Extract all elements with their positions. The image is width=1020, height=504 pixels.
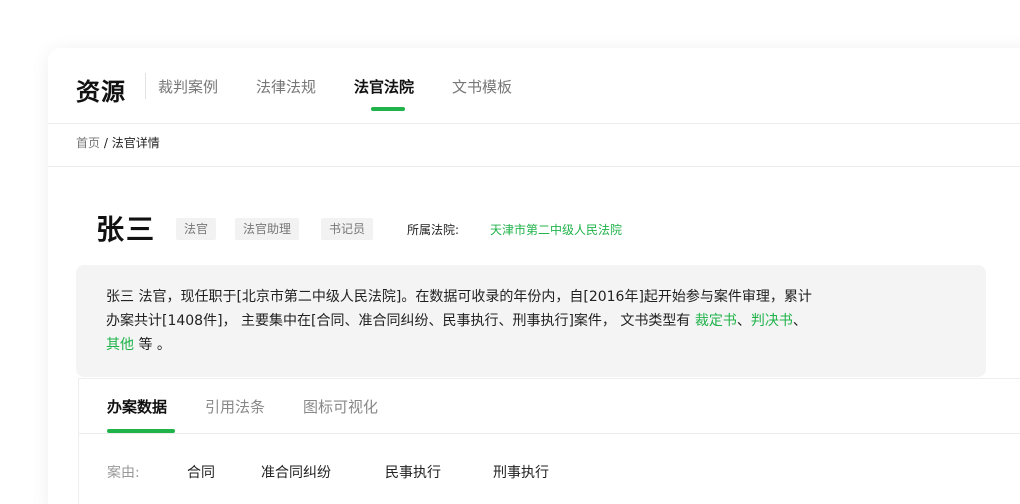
subtab-cited-laws[interactable]: 引用法条 <box>205 396 265 417</box>
tab-document-templates[interactable]: 文书模板 <box>452 76 512 97</box>
cause-filter-criminal-enforcement[interactable]: 刑事执行 <box>493 462 549 482</box>
case-data-panel: 办案数据 引用法条 图标可视化 案由: 合同 准合同纠纷 民事执行 刑事执行 <box>78 378 1020 504</box>
tab-laws-regulations[interactable]: 法律法规 <box>256 76 316 97</box>
breadcrumb: 首页 / 法官详情 <box>76 134 160 151</box>
main-card: 资源 裁判案例 法律法规 法官法院 文书模板 首页 / 法官详情 张三 法官 法… <box>48 48 1020 504</box>
court-name-link[interactable]: 天津市第二中级人民法院 <box>490 221 622 238</box>
doc-type-separator: 、 <box>736 313 751 329</box>
cause-filter-civil-enforcement[interactable]: 民事执行 <box>385 462 441 482</box>
logo-divider <box>145 73 146 99</box>
doc-type-other-link[interactable]: 其他 <box>106 337 134 353</box>
summary-line-2: 办案共计[1408件]， 主要集中在[合同、准合同纠纷、民事执行、刑事执行]案件… <box>106 309 960 333</box>
role-tag-judge: 法官 <box>176 218 217 240</box>
summary-line-3: 其他 等 。 <box>106 333 960 357</box>
summary-line-2-text: 办案共计[1408件]， 主要集中在[合同、准合同纠纷、民事执行、刑事执行]案件… <box>106 313 695 329</box>
role-tag-clerk: 书记员 <box>321 218 374 240</box>
summary-line-1: 张三 法官，现任职于[北京市第二中级人民法院]。在数据可收录的年份内，自[201… <box>106 289 812 305</box>
subtab-visualization[interactable]: 图标可视化 <box>303 396 378 417</box>
cause-filter-label: 案由: <box>107 465 140 481</box>
summary-suffix: 等 。 <box>134 337 171 353</box>
judge-name: 张三 <box>96 213 157 246</box>
active-tab-indicator <box>371 107 405 111</box>
doc-type-ruling-link[interactable]: 裁定书 <box>695 313 737 329</box>
doc-type-separator: 、 <box>792 313 807 329</box>
tab-judges-courts[interactable]: 法官法院 <box>354 76 414 97</box>
cause-filter-quasi-contract[interactable]: 准合同纠纷 <box>261 462 331 482</box>
subtab-divider <box>79 433 1020 434</box>
role-tag-assistant: 法官助理 <box>235 218 300 240</box>
tab-judgment-cases[interactable]: 裁判案例 <box>158 76 218 97</box>
divider <box>48 166 1020 167</box>
court-label: 所属法院: <box>407 223 460 237</box>
breadcrumb-separator: / <box>100 136 112 150</box>
cause-filter-contract[interactable]: 合同 <box>187 462 215 482</box>
breadcrumb-home[interactable]: 首页 <box>76 136 100 150</box>
logo: 资源 <box>76 78 126 106</box>
doc-type-judgment-link[interactable]: 判决书 <box>751 313 793 329</box>
subtab-case-data[interactable]: 办案数据 <box>107 396 167 417</box>
breadcrumb-current: 法官详情 <box>111 136 160 150</box>
judge-summary: 张三 法官，现任职于[北京市第二中级人民法院]。在数据可收录的年份内，自[201… <box>76 265 986 377</box>
top-navigation: 资源 裁判案例 法律法规 法官法院 文书模板 <box>48 48 1020 124</box>
